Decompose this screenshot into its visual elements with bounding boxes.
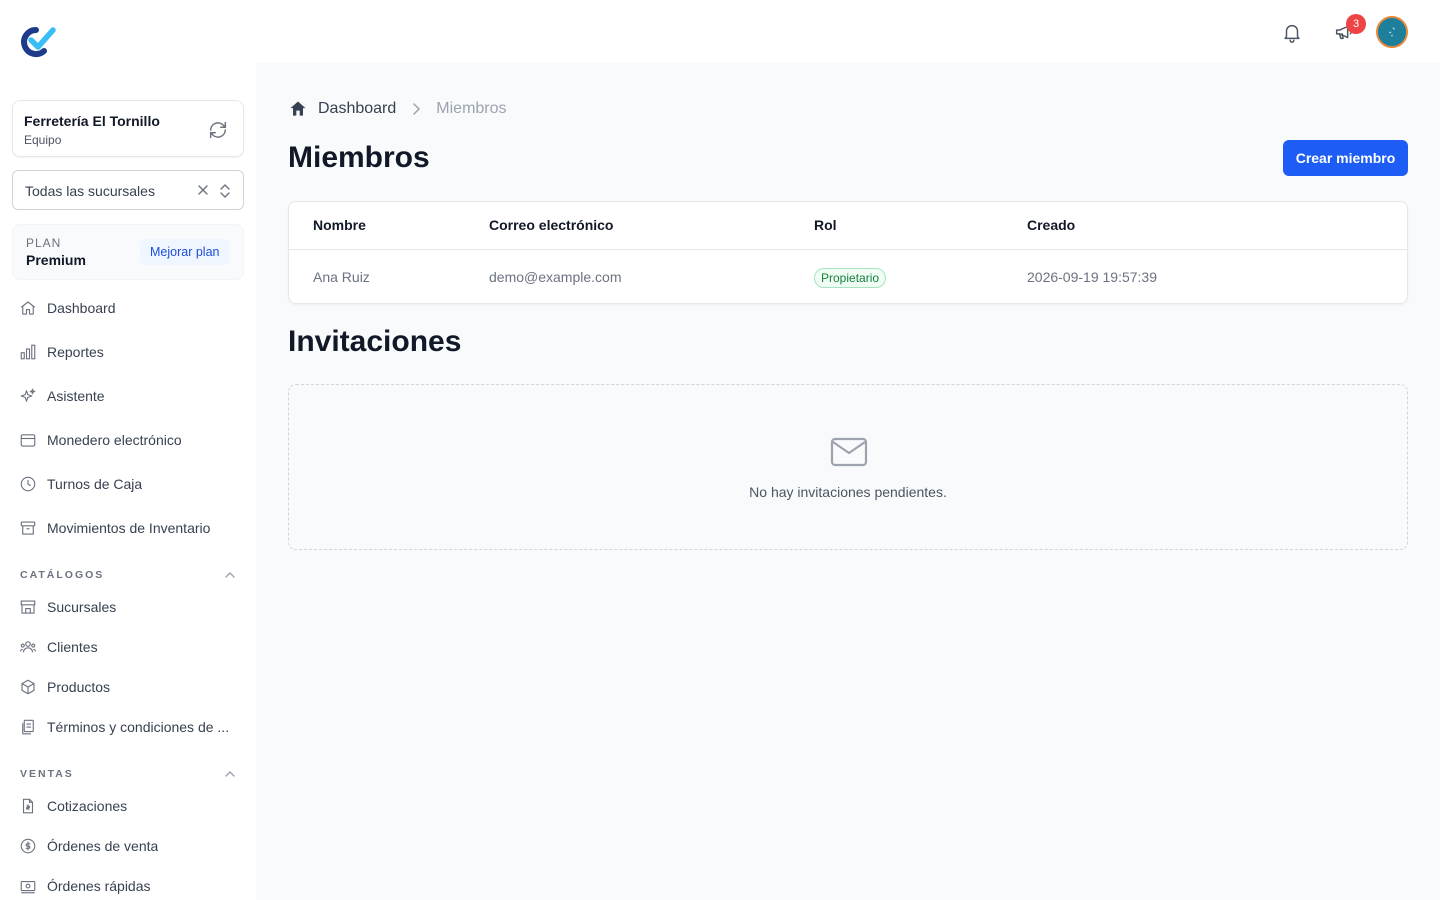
- chevron-up-icon: [225, 771, 235, 777]
- plan-label: PLAN: [26, 236, 62, 250]
- switch-org-icon[interactable]: [207, 119, 229, 141]
- user-avatar[interactable]: [1376, 16, 1408, 48]
- sidebar-item-dashboard[interactable]: Dashboard: [12, 290, 244, 326]
- sidebar-item-label: Monedero electrónico: [47, 432, 182, 448]
- section-title: CATÁLOGOS: [20, 569, 105, 581]
- branch-select-value: Todas las sucursales: [25, 183, 155, 199]
- sidebar-item-terminos[interactable]: Términos y condiciones de ...: [12, 709, 244, 745]
- table-row[interactable]: Ana Ruiz demo@example.com Propietario 20…: [289, 251, 1407, 303]
- column-header-creado: Creado: [1027, 217, 1076, 233]
- org-switcher[interactable]: Ferretería El Tornillo Equipo: [12, 100, 244, 157]
- section-toggle-ventas[interactable]: VENTAS: [20, 766, 236, 782]
- sidebar-item-label: Reportes: [47, 344, 104, 360]
- sidebar-item-label: Órdenes rápidas: [47, 878, 151, 894]
- branch-select[interactable]: Todas las sucursales: [12, 170, 244, 210]
- sidebar-item-label: Movimientos de Inventario: [47, 520, 211, 536]
- cube-icon: [21, 679, 35, 695]
- sidebar-item-label: Términos y condiciones de ...: [47, 719, 230, 735]
- invitations-title: Invitaciones: [288, 325, 462, 358]
- breadcrumb-dashboard-link[interactable]: Dashboard: [318, 100, 396, 118]
- wallet-icon: [20, 434, 36, 447]
- sidebar-item-productos[interactable]: Productos: [12, 669, 244, 705]
- sidebar-item-clientes[interactable]: Clientes: [12, 629, 244, 665]
- notification-badge: 3: [1346, 14, 1366, 34]
- app-logo[interactable]: [18, 26, 58, 58]
- top-bar: 3: [0, 0, 1440, 63]
- sidebar-item-cotizaciones[interactable]: Cotizaciones: [12, 788, 244, 824]
- sidebar-item-sucursales[interactable]: Sucursales: [12, 589, 244, 625]
- sidebar-item-label: Dashboard: [47, 300, 116, 316]
- currency-circle-icon: [20, 838, 36, 854]
- sidebar-item-label: Turnos de Caja: [47, 476, 143, 492]
- sidebar-item-reportes[interactable]: Reportes: [12, 334, 244, 370]
- sidebar-item-movimientos[interactable]: Movimientos de Inventario: [12, 510, 244, 546]
- section-toggle-catalogos[interactable]: CATÁLOGOS: [20, 567, 236, 583]
- plan-name: Premium: [26, 252, 86, 268]
- sidebar-item-label: Productos: [47, 679, 111, 695]
- org-role: Equipo: [24, 133, 62, 147]
- role-badge: Propietario: [814, 268, 887, 288]
- member-name: Ana Ruiz: [313, 269, 370, 285]
- sidebar-item-ordenes-venta[interactable]: Órdenes de venta: [12, 828, 244, 864]
- sidebar-item-turnos[interactable]: Turnos de Caja: [12, 466, 244, 502]
- sidebar: Ferretería El Tornillo Equipo Todas las …: [0, 63, 256, 900]
- member-created: 2026-09-19 19:57:39: [1027, 269, 1157, 285]
- archive-box-icon: [20, 521, 36, 535]
- chevron-up-icon: [225, 572, 235, 578]
- upgrade-plan-button[interactable]: Mejorar plan: [140, 239, 230, 265]
- chevron-up-down-icon: [219, 182, 231, 200]
- documents-icon: [22, 719, 34, 735]
- sidebar-item-label: Sucursales: [47, 599, 117, 615]
- home-icon: [20, 301, 36, 315]
- sidebar-item-asistente[interactable]: Asistente: [12, 378, 244, 414]
- main-content: Dashboard Miembros Miembros Crear miembr…: [256, 63, 1440, 900]
- clear-icon[interactable]: [196, 183, 210, 197]
- home-icon[interactable]: [288, 99, 308, 119]
- column-header-correo: Correo electrónico: [489, 217, 614, 233]
- sidebar-item-label: Órdenes de venta: [47, 838, 159, 854]
- envelope-icon: [830, 437, 868, 467]
- sidebar-item-label: Clientes: [47, 639, 98, 655]
- storefront-icon: [20, 600, 36, 614]
- sidebar-item-monedero[interactable]: Monedero electrónico: [12, 422, 244, 458]
- section-title: VENTAS: [20, 768, 74, 780]
- column-header-rol: Rol: [814, 217, 837, 233]
- invitations-empty-state: No hay invitaciones pendientes.: [288, 384, 1408, 550]
- sidebar-item-ordenes-rapidas[interactable]: Órdenes rápidas: [12, 868, 244, 900]
- chevron-right-icon: [413, 103, 421, 115]
- cash-register-icon: [20, 880, 36, 894]
- column-header-nombre: Nombre: [313, 217, 366, 233]
- sparkles-icon: [20, 388, 36, 402]
- document-dollar-icon: [22, 798, 34, 814]
- create-member-button[interactable]: Crear miembro: [1283, 140, 1408, 176]
- bar-chart-icon: [20, 344, 36, 360]
- bell-icon[interactable]: [1278, 18, 1306, 46]
- breadcrumb-current: Miembros: [436, 100, 507, 117]
- member-email: demo@example.com: [489, 269, 622, 285]
- sidebar-item-label: Cotizaciones: [47, 798, 128, 814]
- org-name: Ferretería El Tornillo: [24, 113, 160, 129]
- sidebar-item-label: Asistente: [47, 388, 105, 404]
- breadcrumb: Dashboard Miembros: [288, 99, 507, 119]
- users-icon: [19, 641, 37, 653]
- plan-card: PLAN Premium Mejorar plan: [12, 224, 244, 280]
- clock-icon: [20, 476, 36, 492]
- table-header: Nombre Correo electrónico Rol Creado: [289, 202, 1407, 250]
- members-table: Nombre Correo electrónico Rol Creado Ana…: [288, 201, 1408, 304]
- empty-state-text: No hay invitaciones pendientes.: [749, 484, 947, 500]
- page-title: Miembros: [288, 141, 430, 174]
